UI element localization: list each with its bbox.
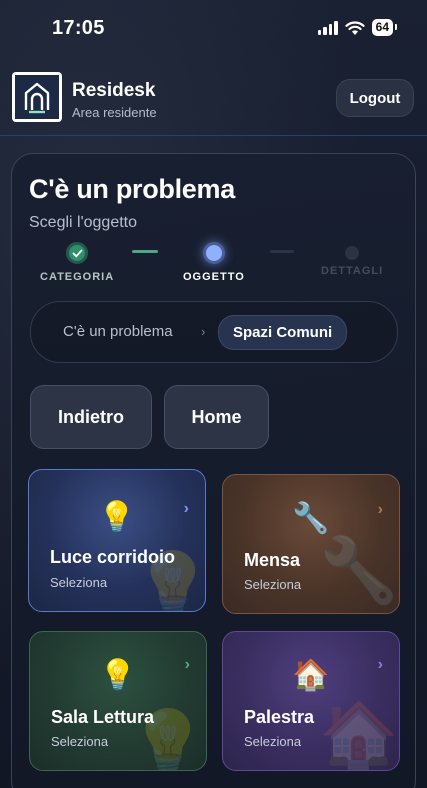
tile-luce-corridoio[interactable]: 💡 💡 › Luce corridoio Seleziona [28,469,206,612]
home-logo-icon [24,82,50,114]
step-label: CATEGORIA [40,271,115,283]
chevron-right-icon: › [184,656,190,673]
logout-button[interactable]: Logout [336,79,414,117]
status-icons: 64 [317,19,398,36]
house-icon: 🏠 [319,699,399,771]
status-time: 17:05 [52,17,105,39]
breadcrumb-separator: › [201,324,206,339]
tile-subtitle: Seleziona [244,734,302,749]
pending-step-dot [345,246,360,260]
wifi-icon [345,20,365,35]
step-label: DETTAGLI [321,265,384,277]
chevron-right-icon: › [183,500,189,517]
step-connector-todo [270,250,294,253]
cellular-signal-icon [317,20,338,35]
breadcrumb: C'è un problema › Spazi Comuni [30,301,398,363]
app-subtitle: Area residente [72,105,157,120]
back-button[interactable]: Indietro [30,385,152,449]
step-categoria: CATEGORIA [40,242,114,283]
app-logo [12,72,62,122]
tile-subtitle: Seleziona [50,575,108,590]
tile-title: Palestra [244,707,315,727]
wrench-icon: 🔧 [292,502,330,535]
chevron-right-icon: › [377,501,383,518]
step-oggetto: OGGETTO [183,242,245,283]
tile-subtitle: Seleziona [244,577,302,592]
step-connector-done [132,250,158,253]
step-label: OGGETTO [183,271,245,283]
breadcrumb-current: Spazi Comuni [218,315,348,350]
app-header: Residesk Area residente Logout [0,62,427,136]
problem-card: C'è un problema Scegli l'oggetto CATEGOR… [11,153,416,788]
page-title: C'è un problema [29,174,235,204]
app-name: Residesk [72,80,156,101]
chevron-right-icon: › [377,656,383,673]
lightbulb-icon: 💡 [99,659,137,692]
tile-palestra[interactable]: 🏠 🏠 › Palestra Seleziona [222,631,400,771]
status-bar: 17:05 64 [0,0,427,58]
active-step-dot [202,242,225,264]
step-dettagli: DETTAGLI [321,242,383,277]
tile-subtitle: Seleziona [51,734,109,749]
home-button[interactable]: Home [164,385,269,449]
page-subtitle: Scegli l'oggetto [29,214,138,231]
house-icon: 🏠 [292,659,330,692]
lightbulb-icon: 💡 [98,501,136,534]
check-icon [66,242,89,264]
battery-icon: 64 [371,19,398,36]
wrench-icon: 🔧 [319,534,399,606]
breadcrumb-root[interactable]: C'è un problema [63,323,173,340]
tile-title: Sala Lettura [51,707,155,727]
tile-title: Luce corridoio [50,547,176,567]
tile-title: Mensa [244,550,301,570]
tile-mensa[interactable]: 🔧 🔧 › Mensa Seleziona [222,474,400,614]
tile-sala-lettura[interactable]: 💡 💡 › Sala Lettura Seleziona [29,631,207,771]
